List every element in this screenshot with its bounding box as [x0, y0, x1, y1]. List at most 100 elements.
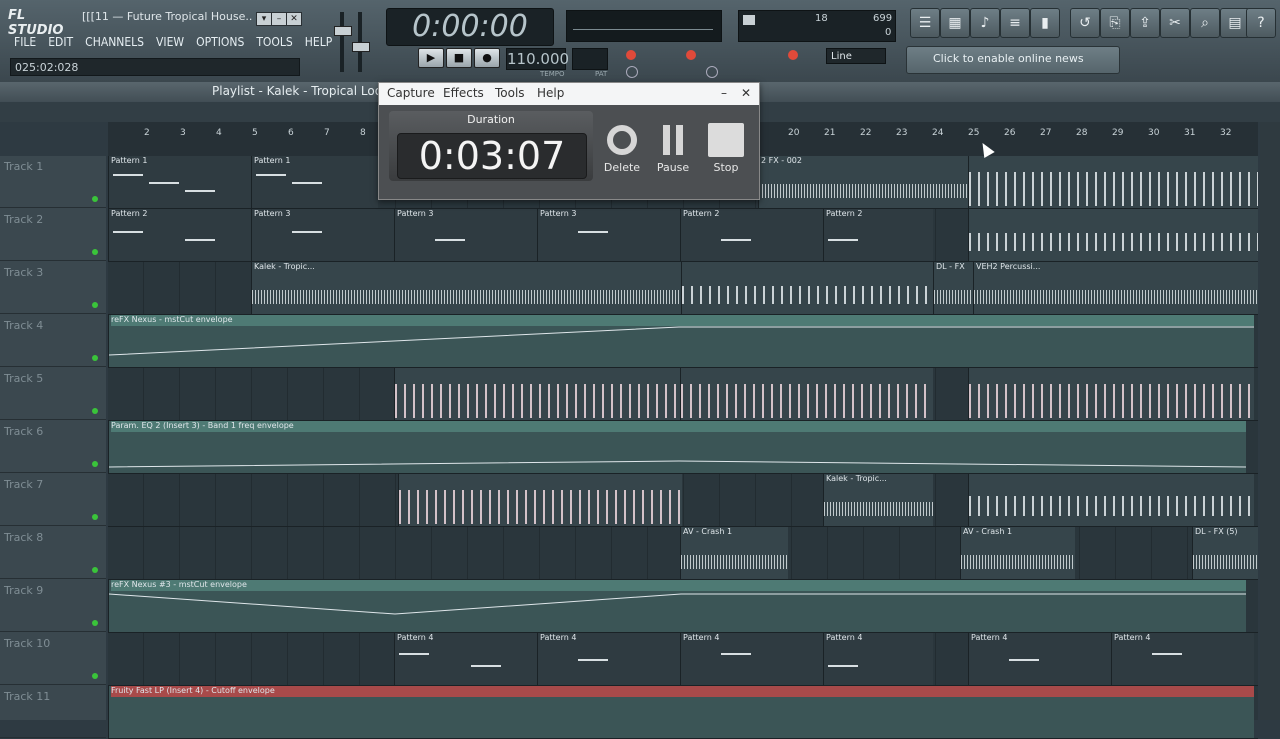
audio-clip[interactable]	[398, 474, 682, 526]
master-volume-slider[interactable]	[330, 12, 370, 76]
automation-clip[interactable]: reFX Nexus - mstCut envelope	[108, 315, 1254, 367]
track-header[interactable]: Track 7	[0, 474, 106, 526]
tempo-display[interactable]: 110.000	[506, 48, 569, 70]
snap-selector[interactable]: Line	[826, 48, 886, 64]
track-header[interactable]: Track 9	[0, 580, 106, 632]
close-icon[interactable]: ✕	[286, 12, 302, 26]
online-news-button[interactable]: Click to enable online news	[906, 46, 1120, 74]
track-enable-icon[interactable]	[92, 302, 98, 308]
stop-capture-button[interactable]: Stop	[703, 123, 749, 175]
menu-file[interactable]: FILE	[8, 32, 42, 54]
menu-edit[interactable]: EDIT	[42, 32, 79, 54]
piano-roll-icon[interactable]: ♪	[970, 8, 1000, 38]
track-header[interactable]: Track 4	[0, 315, 106, 367]
track-header[interactable]: Track 11	[0, 686, 106, 738]
audio-clip[interactable]: 2 FX - 002	[758, 156, 968, 208]
pause-button[interactable]: Pause	[650, 123, 696, 175]
audio-clip[interactable]	[968, 156, 1258, 208]
audio-clip[interactable]	[394, 368, 680, 420]
close-icon[interactable]: ✕	[741, 86, 751, 100]
playlist-icon[interactable]: ☰	[910, 8, 940, 38]
track-enable-icon[interactable]	[92, 355, 98, 361]
automation-clip[interactable]: Fruity Fast LP (Insert 4) - Cutoff envel…	[108, 686, 1254, 738]
track-header[interactable]: Track 1	[0, 156, 106, 208]
automation-clip[interactable]: Param. EQ 2 (Insert 3) - Band 1 freq env…	[108, 421, 1246, 473]
audio-clip[interactable]: DL - FX	[933, 262, 973, 314]
mixer-icon[interactable]: ▮	[1030, 8, 1060, 38]
rec-led-icon[interactable]	[788, 50, 798, 60]
automation-clip[interactable]: reFX Nexus #3 - mstCut envelope	[108, 580, 1246, 632]
audio-clip[interactable]	[681, 262, 933, 314]
pattern-clip[interactable]: Pattern 2	[823, 209, 933, 261]
menu-channels[interactable]: CHANNELS	[79, 32, 150, 54]
menu-view[interactable]: VIEW	[150, 32, 190, 54]
audio-clip[interactable]	[968, 474, 1254, 526]
track-lane[interactable]: Fruity Fast LP (Insert 4) - Cutoff envel…	[108, 686, 1258, 739]
help-icon[interactable]: ?	[1246, 8, 1276, 38]
track-header[interactable]: Track 8	[0, 527, 106, 579]
track-lane[interactable]: Kalek - Tropic...	[108, 474, 1258, 527]
option-icon[interactable]	[626, 66, 638, 78]
track-header[interactable]: Track 5	[0, 368, 106, 420]
track-lane[interactable]: AV - Crash 1 AV - Crash 1 DL - FX (5)	[108, 527, 1258, 580]
playlist-grid[interactable]: Pattern 1 Pattern 1 2 FX - 002 Pattern 2…	[108, 156, 1258, 739]
menu-tools[interactable]: TOOLS	[250, 32, 298, 54]
track-enable-icon[interactable]	[92, 673, 98, 679]
audio-clip[interactable]: VEH2 Percussi...	[973, 262, 1258, 314]
dropdown-icon[interactable]: ▾	[256, 12, 272, 26]
track-lane[interactable]: reFX Nexus - mstCut envelope	[108, 315, 1258, 368]
rec-led-icon[interactable]	[686, 50, 696, 60]
stop-button[interactable]: ■	[446, 48, 472, 68]
rec-led-icon[interactable]	[626, 50, 636, 60]
track-header[interactable]: Track 2	[0, 209, 106, 261]
menu-options[interactable]: OPTIONS	[190, 32, 250, 54]
pattern-clip[interactable]: Pattern 4	[394, 633, 537, 685]
capture-menu-tools[interactable]: Tools	[495, 86, 525, 100]
audio-clip[interactable]	[680, 368, 933, 420]
pattern-clip[interactable]: Pattern 1	[251, 156, 378, 208]
audio-clip[interactable]	[968, 368, 1254, 420]
pattern-clip[interactable]: Pattern 3	[394, 209, 537, 261]
track-header[interactable]: Track 6	[0, 421, 106, 473]
browser-icon[interactable]: ≡	[1000, 8, 1030, 38]
undo-icon[interactable]: ↺	[1070, 8, 1100, 38]
option-icon[interactable]	[706, 66, 718, 78]
export-icon[interactable]: ⇪	[1130, 8, 1160, 38]
capture-menu-help[interactable]: Help	[537, 86, 564, 100]
capture-menu-capture[interactable]: Capture	[387, 86, 435, 100]
step-sequencer-icon[interactable]: ▦	[940, 8, 970, 38]
search-icon[interactable]: ⌕	[1190, 8, 1220, 38]
pattern-clip[interactable]: Pattern 4	[1111, 633, 1254, 685]
track-lane[interactable]: reFX Nexus #3 - mstCut envelope	[108, 580, 1258, 633]
vertical-scrollbar[interactable]	[1260, 122, 1280, 720]
track-lane[interactable]: Kalek - Tropic... DL - FX VEH2 Percussi.…	[108, 262, 1258, 315]
track-enable-icon[interactable]	[92, 249, 98, 255]
track-enable-icon[interactable]	[92, 514, 98, 520]
pattern-clip[interactable]: Pattern 4	[537, 633, 680, 685]
pattern-clip[interactable]: Pattern 4	[823, 633, 933, 685]
track-header[interactable]: Track 10	[0, 633, 106, 685]
audio-clip[interactable]: AV - Crash 1	[960, 527, 1075, 579]
tools-icon[interactable]: ✂	[1160, 8, 1190, 38]
track-enable-icon[interactable]	[92, 567, 98, 573]
track-lane[interactable]: Pattern 2 Pattern 3 Pattern 3 Pattern 3 …	[108, 209, 1258, 262]
pattern-selector[interactable]	[572, 48, 608, 70]
pattern-clip[interactable]: Pattern 3	[537, 209, 680, 261]
record-button[interactable]: ●	[474, 48, 500, 68]
minimize-icon[interactable]: –	[271, 12, 287, 26]
track-enable-icon[interactable]	[92, 461, 98, 467]
minimize-icon[interactable]: –	[721, 86, 727, 100]
pattern-clip[interactable]: Pattern 1	[108, 156, 251, 208]
track-enable-icon[interactable]	[92, 620, 98, 626]
play-button[interactable]: ▶	[418, 48, 444, 68]
pattern-clip[interactable]: Pattern 3	[251, 209, 394, 261]
audio-clip[interactable]	[968, 209, 1258, 261]
pattern-clip[interactable]: Pattern 2	[680, 209, 823, 261]
audio-clip[interactable]: AV - Crash 1	[680, 527, 788, 579]
audio-clip[interactable]: DL - FX (5)	[1192, 527, 1258, 579]
track-enable-icon[interactable]	[92, 196, 98, 202]
pattern-clip[interactable]: Pattern 4	[680, 633, 823, 685]
track-header[interactable]: Track 3	[0, 262, 106, 314]
audio-clip[interactable]: Kalek - Tropic...	[251, 262, 681, 314]
track-enable-icon[interactable]	[92, 408, 98, 414]
